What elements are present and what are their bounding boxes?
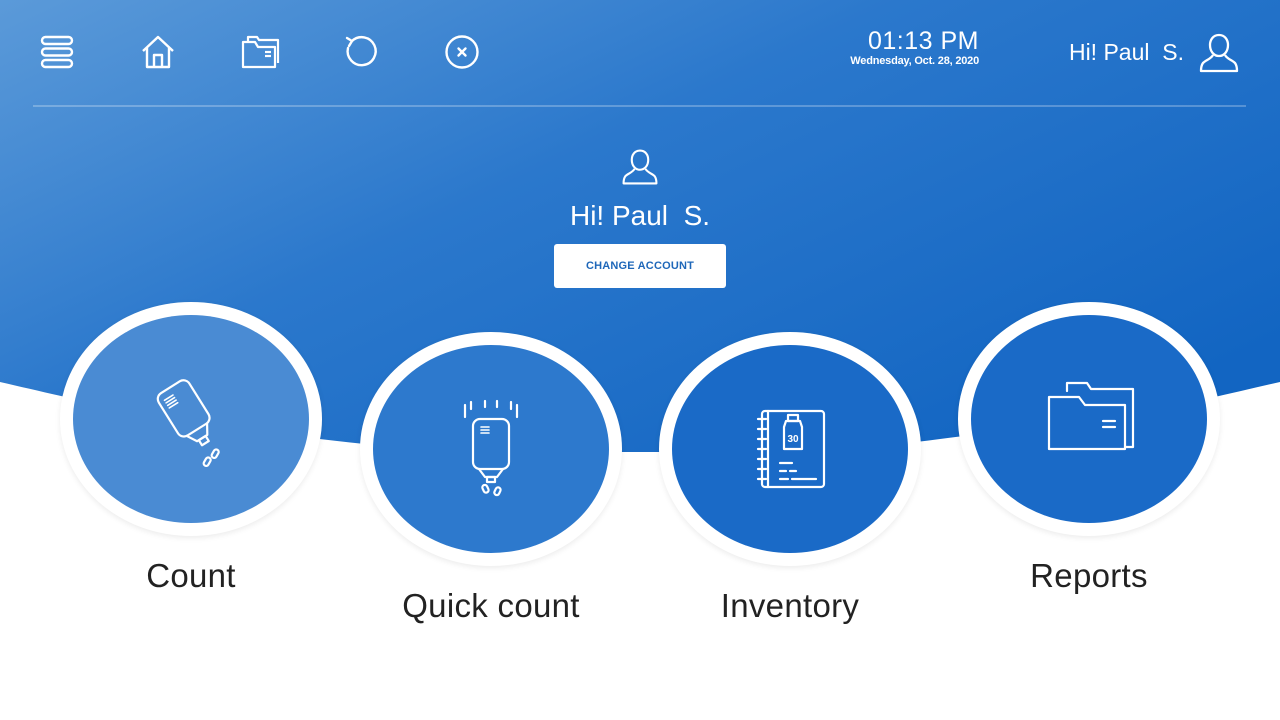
current-time: 01:13 PM: [867, 27, 979, 55]
home-icon[interactable]: [136, 30, 180, 74]
tile-disc: 30: [672, 345, 908, 553]
profile-greeting: Hi! Paul S.: [569, 200, 711, 231]
user-icon: [622, 149, 658, 185]
header-divider: [33, 105, 1246, 107]
tile-disc: [373, 345, 609, 553]
tile-disc: [73, 315, 309, 523]
tile-quick-count[interactable]: Quick count: [360, 332, 622, 626]
inventory-badge: 30: [787, 434, 799, 445]
tile-reports[interactable]: Reports: [958, 302, 1220, 596]
folders-icon: [1047, 381, 1135, 451]
folder-icon[interactable]: [238, 30, 282, 74]
tile-count[interactable]: Count: [60, 302, 322, 596]
tile-ring: [60, 302, 322, 536]
current-date: Wednesday, Oct. 28, 2020: [850, 55, 979, 67]
tile-ring: [958, 302, 1220, 536]
tile-label: Reports: [1030, 557, 1148, 594]
tile-ring: [360, 332, 622, 566]
tile-label: Count: [146, 557, 236, 594]
menu-icon[interactable]: [35, 30, 79, 74]
change-account-button[interactable]: CHANGE ACCOUNT: [554, 244, 726, 288]
tile-ring: 30: [659, 332, 921, 566]
tile-label: Inventory: [720, 587, 860, 624]
clock: 01:13 PM Wednesday, Oct. 28, 2020: [850, 27, 979, 67]
iv-bag-drop-icon: [463, 399, 519, 497]
tile-disc: [971, 315, 1207, 523]
notebook-bottle-icon: 30: [756, 409, 826, 489]
tile-inventory[interactable]: 30 Inventory: [659, 332, 921, 626]
header-greeting: Hi! Paul S.: [1068, 39, 1184, 65]
profile-panel: Hi! Paul S. CHANGE ACCOUNT: [440, 146, 840, 288]
user-icon[interactable]: [1196, 30, 1242, 76]
tile-label: Quick count: [402, 587, 580, 624]
iv-bag-icon: [156, 379, 220, 468]
top-bar: 01:13 PM Wednesday, Oct. 28, 2020 Hi! Pa…: [0, 0, 1280, 106]
close-icon[interactable]: [440, 30, 484, 74]
undo-icon[interactable]: [338, 30, 382, 74]
